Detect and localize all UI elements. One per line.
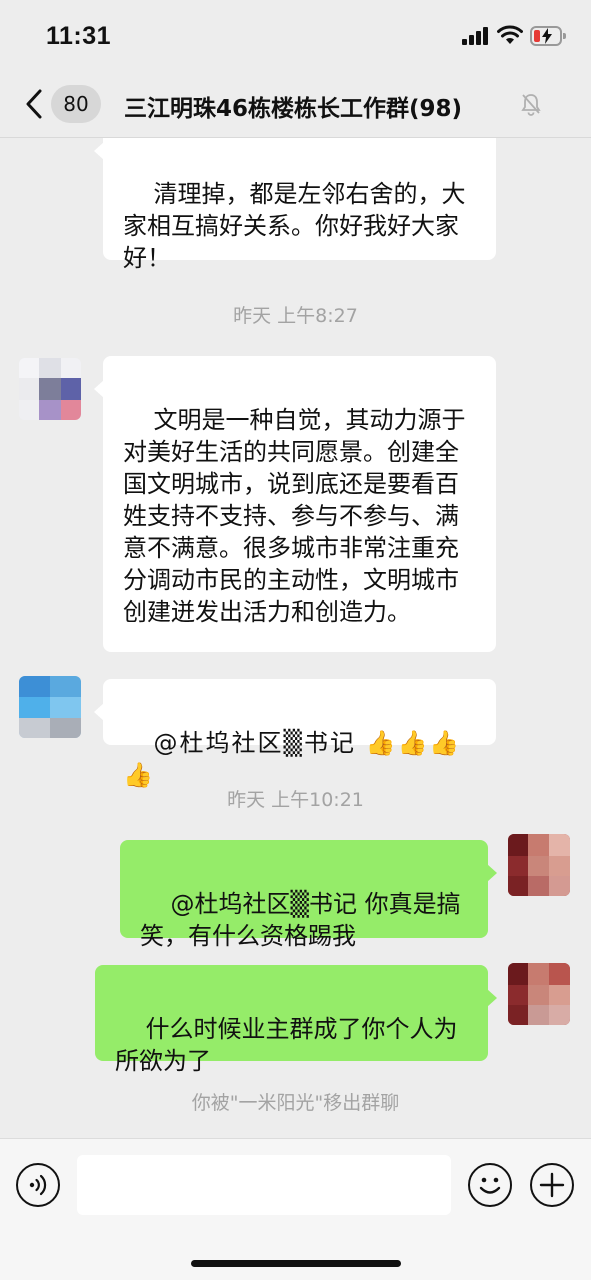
timestamp: 昨天 上午8:27 [233, 305, 358, 327]
status-time: 11:31 [46, 22, 112, 50]
home-indicator[interactable] [191, 1260, 401, 1267]
chat-message-list[interactable]: 清理掉，都是左邻右舍的，大家相互搞好关系。你好我好大家好！ 昨天 上午8:27 … [0, 138, 591, 1138]
message-bubble[interactable]: 清理掉，都是左邻右舍的，大家相互搞好关系。你好我好大家好！ [94, 138, 496, 272]
message-input[interactable] [77, 1155, 451, 1215]
status-bar: 11:31 [0, 0, 591, 70]
chat-header: 80 三江明珠46栋楼栋长工作群(98) [0, 70, 591, 138]
voice-icon[interactable] [16, 1163, 60, 1207]
message-text: @杜坞社区▒书记 你真是搞笑，有什么资格踢我 [140, 890, 461, 950]
message-text: 清理掉，都是左邻右舍的，大家相互搞好关系。你好我好大家好！ [123, 180, 466, 272]
message-bubble[interactable]: 什么时候业主群成了你个人为所欲为了 [95, 965, 497, 1075]
mute-bell-icon [521, 94, 541, 116]
avatar[interactable] [19, 358, 81, 420]
unread-count-badge[interactable]: 80 [51, 85, 101, 123]
message-bubble[interactable]: @杜坞社区▒书记 👍👍👍👍 [94, 679, 496, 789]
message-text: 文明是一种自觉，其动力源于对美好生活的共同愿景。创建全国文明城市，说到底还是要看… [123, 406, 466, 626]
self-avatar[interactable] [508, 834, 570, 896]
avatar[interactable] [19, 676, 81, 738]
message-bubble[interactable]: 文明是一种自觉，其动力源于对美好生活的共同愿景。创建全国文明城市，说到底还是要看… [94, 356, 496, 652]
plus-icon[interactable] [530, 1163, 574, 1207]
chat-title[interactable]: 三江明珠46栋楼栋长工作群(98) [124, 89, 462, 123]
battery-icon [530, 26, 566, 46]
message-text: @杜坞社区▒书记 👍👍👍👍 [123, 729, 462, 789]
message-bubble[interactable]: @杜坞社区▒书记 你真是搞笑，有什么资格踢我 [120, 840, 497, 950]
message-text: 什么时候业主群成了你个人为所欲为了 [115, 1015, 458, 1075]
signal-icon [462, 27, 488, 45]
system-message: 你被"一米阳光"移出群聊 [191, 1092, 400, 1114]
back-arrow-icon[interactable] [20, 86, 50, 122]
wifi-icon [497, 25, 523, 44]
input-bar [0, 1138, 591, 1280]
timestamp: 昨天 上午10:21 [227, 789, 364, 811]
self-avatar[interactable] [508, 963, 570, 1025]
emoji-icon[interactable] [468, 1163, 512, 1207]
